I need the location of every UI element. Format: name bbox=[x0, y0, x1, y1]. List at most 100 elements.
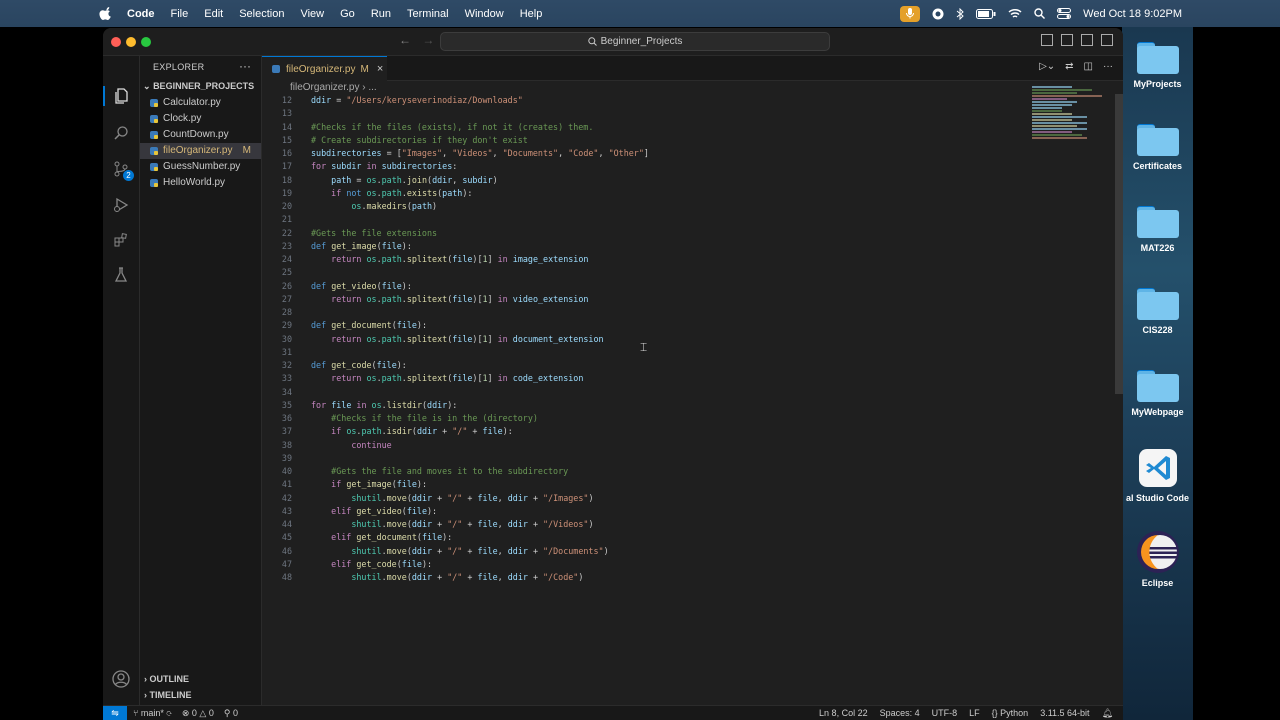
title-bar: ← → Beginner_Projects bbox=[103, 28, 1123, 56]
explorer-icon[interactable] bbox=[103, 86, 139, 106]
back-arrow-icon[interactable]: ← bbox=[399, 33, 411, 47]
run-debug-icon[interactable] bbox=[111, 195, 131, 215]
line-text: elif get_document(file): bbox=[331, 532, 453, 543]
desktop-icon-myprojects[interactable]: MyProjects bbox=[1122, 42, 1193, 89]
open-changes-icon[interactable]: ⇄ bbox=[1065, 61, 1073, 72]
line-number: 18 bbox=[281, 174, 292, 185]
line-text: shutil.move(ddir + "/" + file, ddir + "/… bbox=[351, 519, 594, 529]
microphone-icon[interactable] bbox=[900, 5, 921, 22]
extensions-icon[interactable] bbox=[111, 230, 131, 250]
menu-view[interactable]: View bbox=[300, 8, 324, 20]
file-item-guessnumber[interactable]: GuessNumber.py bbox=[140, 159, 261, 175]
line-number: 31 bbox=[281, 346, 292, 357]
source-control-badge: 2 bbox=[123, 170, 134, 181]
line-text: elif get_code(file): bbox=[331, 558, 433, 569]
vertical-scrollbar[interactable] bbox=[1115, 94, 1123, 394]
desktop-icon-certificates[interactable]: Certificates bbox=[1122, 124, 1193, 171]
file-item-clock[interactable]: Clock.py bbox=[140, 111, 261, 127]
minimize-window-button[interactable] bbox=[126, 37, 136, 47]
record-icon[interactable] bbox=[932, 8, 944, 20]
toggle-panel-icon[interactable] bbox=[1061, 34, 1073, 46]
breadcrumb[interactable]: fileOrganizer.py › ... bbox=[290, 82, 377, 93]
line-number: 28 bbox=[281, 307, 292, 317]
zoom-window-button[interactable] bbox=[141, 37, 151, 47]
menubar-status-area: Wed Oct 18 9:02PM bbox=[900, 0, 1182, 27]
apple-icon[interactable] bbox=[99, 6, 113, 21]
timeline-section-header[interactable]: › TIMELINE bbox=[144, 690, 192, 700]
menu-run[interactable]: Run bbox=[371, 8, 391, 20]
encoding[interactable]: UTF-8 bbox=[932, 708, 958, 719]
toggle-primary-sidebar-icon[interactable] bbox=[1041, 34, 1053, 46]
menu-edit[interactable]: Edit bbox=[204, 8, 223, 20]
line-text: #Checks if the files (exists), if not it… bbox=[311, 121, 594, 132]
customize-layout-icon[interactable] bbox=[1101, 34, 1113, 46]
remote-indicator-icon[interactable]: ⇋ bbox=[103, 706, 127, 720]
menu-go[interactable]: Go bbox=[340, 8, 355, 20]
desktop-icon-label: al Studio Code bbox=[1126, 493, 1189, 503]
run-python-file-icon[interactable]: ▷⌄ bbox=[1039, 61, 1055, 72]
search-icon[interactable] bbox=[111, 123, 131, 143]
menubar-clock[interactable]: Wed Oct 18 9:02PM bbox=[1083, 8, 1182, 20]
accounts-icon[interactable] bbox=[111, 669, 131, 689]
folder-icon bbox=[1136, 206, 1179, 238]
testing-icon[interactable] bbox=[111, 265, 131, 285]
spotlight-search-icon[interactable] bbox=[1034, 8, 1046, 19]
problems-indicator[interactable]: ⊗ 0 △ 0 bbox=[182, 708, 214, 719]
close-icon[interactable]: × bbox=[377, 63, 383, 75]
end-of-line[interactable]: LF bbox=[969, 708, 980, 719]
text-cursor-icon: ⌶ bbox=[640, 340, 648, 354]
project-folder-header[interactable]: ⌄ BEGINNER_PROJECTS bbox=[143, 81, 254, 92]
control-center-icon[interactable] bbox=[1057, 8, 1072, 19]
more-actions-icon[interactable]: ··· bbox=[1103, 61, 1113, 72]
python-interpreter[interactable]: 3.11.5 64-bit bbox=[1040, 708, 1089, 719]
file-item-countdown[interactable]: CountDown.py bbox=[140, 127, 261, 143]
source-control-icon[interactable]: 2 bbox=[111, 159, 134, 181]
file-item-helloworld[interactable]: HelloWorld.py bbox=[140, 175, 261, 191]
line-text: ddir = "/Users/keryseverinodiaz/Download… bbox=[311, 95, 523, 105]
menu-help[interactable]: Help bbox=[520, 8, 543, 20]
language-mode[interactable]: {} Python bbox=[992, 708, 1029, 719]
line-number: 48 bbox=[281, 572, 292, 582]
indentation[interactable]: Spaces: 4 bbox=[880, 708, 920, 719]
line-number: 13 bbox=[281, 108, 292, 119]
split-editor-icon[interactable]: ◫ bbox=[1084, 61, 1093, 72]
menu-terminal[interactable]: Terminal bbox=[407, 8, 449, 20]
bluetooth-icon[interactable] bbox=[956, 7, 964, 20]
desktop-icon-cis228[interactable]: CIS228 bbox=[1122, 288, 1193, 335]
line-text: return os.path.splitext(file)[1] in code… bbox=[331, 373, 584, 384]
outline-section-header[interactable]: › OUTLINE bbox=[144, 674, 189, 684]
file-item-calculator[interactable]: Calculator.py bbox=[140, 95, 261, 111]
sync-icon[interactable]: ⟳ bbox=[166, 708, 171, 718]
battery-icon[interactable] bbox=[976, 8, 996, 19]
desktop-icon-mywebpage[interactable]: MyWebpage bbox=[1122, 370, 1193, 417]
branch-indicator[interactable]: ⑂ main* ⟳ bbox=[133, 708, 172, 719]
file-item-fileorganizer[interactable]: fileOrganizer.py M bbox=[140, 143, 261, 159]
command-center-search[interactable]: Beginner_Projects bbox=[440, 32, 830, 51]
file-name: Calculator.py bbox=[163, 97, 221, 108]
status-bar: ⇋ ⑂ main* ⟳ ⊗ 0 △ 0 ⚲ 0 Ln 8, Col 22 Spa… bbox=[103, 705, 1123, 720]
line-number: 12 bbox=[281, 95, 292, 105]
macos-menubar: Code File Edit Selection View Go Run Ter… bbox=[0, 0, 1280, 27]
more-actions-icon[interactable]: ··· bbox=[239, 59, 251, 73]
timeline-label: TIMELINE bbox=[149, 690, 192, 700]
minimap[interactable] bbox=[1032, 86, 1107, 156]
folder-icon bbox=[1136, 124, 1179, 156]
desktop-icon-mat226[interactable]: MAT226 bbox=[1122, 206, 1193, 253]
menu-window[interactable]: Window bbox=[465, 8, 504, 20]
wifi-icon[interactable] bbox=[1008, 8, 1022, 19]
desktop-icon-vscode[interactable]: al Studio Code bbox=[1122, 449, 1193, 503]
menu-file[interactable]: File bbox=[171, 8, 189, 20]
menu-app-name[interactable]: Code bbox=[127, 8, 155, 20]
menu-selection[interactable]: Selection bbox=[239, 8, 284, 20]
toggle-secondary-sidebar-icon[interactable] bbox=[1081, 34, 1093, 46]
tab-fileorganizer[interactable]: fileOrganizer.py M × bbox=[262, 56, 387, 81]
desktop-icon-eclipse[interactable]: Eclipse bbox=[1122, 530, 1193, 588]
line-number: 34 bbox=[281, 386, 292, 397]
line-text: def get_document(file): bbox=[311, 320, 428, 331]
tab-modified-badge: M bbox=[360, 63, 369, 75]
notifications-bell-icon[interactable]: 🔔︎ bbox=[1102, 708, 1113, 719]
cursor-position[interactable]: Ln 8, Col 22 bbox=[819, 708, 868, 719]
forward-arrow-icon[interactable]: → bbox=[422, 33, 434, 47]
close-window-button[interactable] bbox=[111, 37, 121, 47]
ports-indicator[interactable]: ⚲ 0 bbox=[224, 708, 238, 719]
